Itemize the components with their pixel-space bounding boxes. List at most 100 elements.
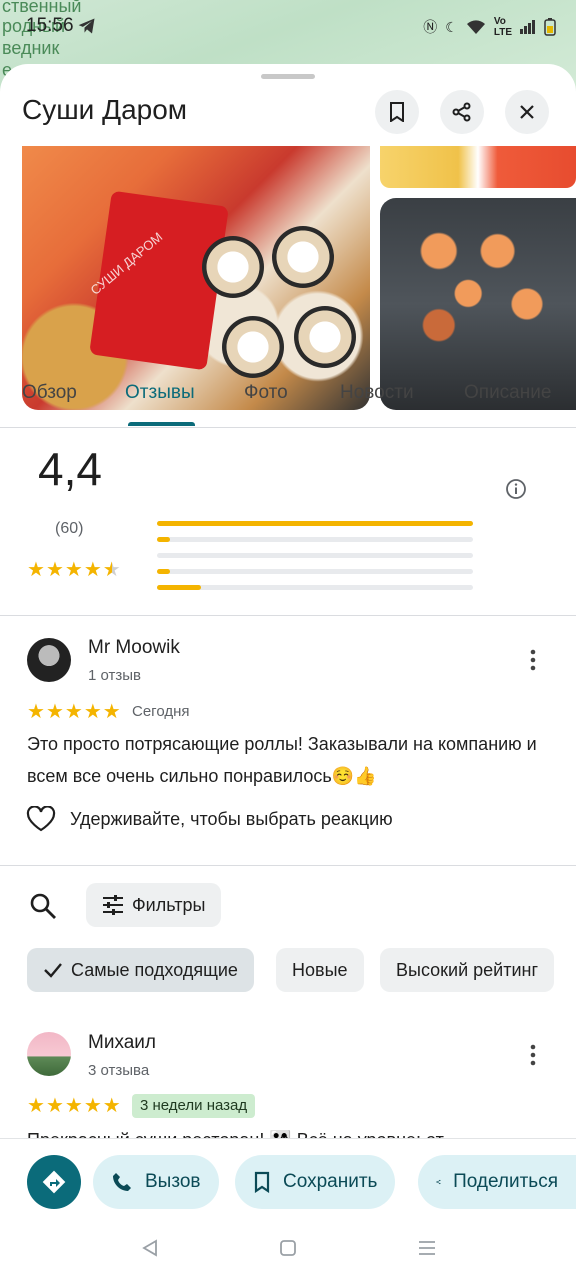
- tab-photos[interactable]: Фото: [244, 382, 288, 404]
- star-icon: ★: [102, 559, 121, 581]
- reaction-label: Удерживайте, чтобы выбрать реакцию: [70, 808, 393, 829]
- chip-label: Самые подходящие: [71, 959, 238, 980]
- call-label: Вызов: [145, 1171, 201, 1192]
- avatar[interactable]: [27, 638, 71, 682]
- tab-description[interactable]: Описание: [464, 382, 551, 404]
- save-label: Сохранить: [283, 1171, 378, 1192]
- bookmark-icon: [254, 1171, 270, 1193]
- directions-icon: [42, 1170, 66, 1194]
- reviewer-review-count: 3 отзыва: [88, 1062, 150, 1079]
- rating-average: 4,4: [38, 443, 102, 495]
- recents-icon[interactable]: [417, 1239, 437, 1257]
- search-icon[interactable]: [28, 891, 58, 921]
- review-date: 3 недели назад: [132, 1094, 256, 1118]
- drag-handle[interactable]: [261, 74, 315, 79]
- reviewer-name[interactable]: Mr Moowik: [88, 637, 180, 659]
- star-icon: ★: [45, 559, 64, 581]
- back-icon[interactable]: [140, 1238, 160, 1258]
- review-text[interactable]: Прекрасный суши ресторан! 👨‍👩‍👧 Всё на у…: [27, 1124, 547, 1138]
- divider: [0, 615, 576, 616]
- review-date: Сегодня: [132, 703, 190, 720]
- rating-bar-2: [157, 569, 473, 574]
- close-button[interactable]: [505, 90, 549, 134]
- review-stars: ★ ★ ★ ★ ★: [27, 1096, 121, 1116]
- share-icon: [452, 102, 471, 122]
- check-icon: [44, 963, 62, 978]
- filters-button[interactable]: Фильтры: [86, 883, 222, 927]
- status-icons: Ⓝ ☾ Vo LTE: [423, 16, 556, 38]
- battery-icon: [544, 18, 556, 36]
- tab-news[interactable]: Новости: [340, 382, 414, 404]
- home-icon[interactable]: [279, 1239, 297, 1257]
- place-photo-side-top[interactable]: [380, 146, 576, 188]
- star-icon: ★: [27, 559, 45, 581]
- wifi-icon: [466, 20, 485, 34]
- telegram-icon: [78, 18, 95, 34]
- rating-bar-3: [157, 553, 473, 558]
- rating-bar-fill: [157, 521, 473, 526]
- status-bar: 15:56 Ⓝ ☾ Vo LTE: [0, 0, 576, 54]
- save-place-button[interactable]: [375, 90, 419, 134]
- tab-bar: Обзор Отзывы Фото Новости Описание: [0, 360, 576, 428]
- chip-most-relevant[interactable]: Самые подходящие: [27, 948, 254, 992]
- rating-stars: ★ ★ ★ ★ ★: [27, 560, 121, 580]
- chip-label: Высокий рейтинг: [396, 959, 539, 980]
- reaction-button[interactable]: Удерживайте, чтобы выбрать реакцию: [26, 806, 393, 832]
- star-icon: ★: [83, 559, 102, 581]
- call-button[interactable]: Вызов: [93, 1155, 219, 1209]
- status-time: 15:56: [26, 15, 74, 36]
- star-icon: ★: [45, 1095, 64, 1117]
- rating-count: (60): [55, 520, 84, 537]
- reviewer-review-count: 1 отзыв: [88, 667, 142, 684]
- bookmark-icon: [390, 102, 404, 122]
- star-icon: ★: [102, 701, 121, 723]
- chip-label: Новые: [292, 959, 348, 980]
- star-icon: ★: [27, 1095, 45, 1117]
- tab-reviews[interactable]: Отзывы: [125, 382, 195, 404]
- share-button[interactable]: Поделиться: [418, 1155, 576, 1209]
- rating-bar-fill: [157, 537, 170, 542]
- signal-icon: [520, 20, 535, 34]
- heart-icon: [26, 806, 56, 832]
- divider: [0, 865, 576, 866]
- chip-newest[interactable]: Новые: [276, 948, 364, 992]
- filters-label: Фильтры: [132, 894, 206, 915]
- avatar[interactable]: [27, 1032, 71, 1076]
- review-text[interactable]: Это просто потрясающие роллы! Заказывали…: [27, 728, 547, 792]
- tab-overview[interactable]: Обзор: [22, 382, 77, 404]
- photo-detail: [294, 306, 356, 368]
- rating-bar-1: [157, 585, 473, 590]
- moon-icon: ☾: [445, 18, 458, 35]
- star-icon: ★: [27, 701, 45, 723]
- directions-button[interactable]: [27, 1155, 81, 1209]
- share-label: Поделиться: [453, 1171, 558, 1192]
- rating-bar-4: [157, 537, 473, 542]
- photo-detail: [272, 226, 334, 288]
- share-icon: [436, 1179, 441, 1185]
- page-title: Суши Даром: [22, 94, 188, 125]
- rating-bar-fill: [157, 569, 170, 574]
- star-icon: ★: [83, 701, 102, 723]
- volte-icon: Vo LTE: [493, 16, 512, 38]
- star-icon: ★: [64, 701, 83, 723]
- star-icon: ★: [102, 1095, 121, 1117]
- star-icon: ★: [83, 1095, 102, 1117]
- photo-detail: [202, 236, 264, 298]
- rating-bar-5: [157, 521, 473, 526]
- star-icon: ★: [64, 1095, 83, 1117]
- tab-active-indicator: [128, 422, 195, 426]
- sliders-icon: [103, 895, 123, 915]
- star-icon: ★: [64, 559, 83, 581]
- phone-icon: [113, 1173, 131, 1191]
- chip-highest-rating[interactable]: Высокий рейтинг: [380, 948, 555, 992]
- save-button[interactable]: Сохранить: [235, 1155, 396, 1209]
- share-place-button[interactable]: [440, 90, 484, 134]
- rating-bar-fill: [157, 585, 202, 590]
- reviewer-name[interactable]: Михаил: [88, 1032, 156, 1054]
- review-stars: ★ ★ ★ ★ ★: [27, 702, 121, 722]
- nfc-icon: Ⓝ: [423, 19, 438, 35]
- more-options-icon[interactable]: [521, 648, 545, 672]
- more-options-icon[interactable]: [521, 1043, 545, 1067]
- star-icon: ★: [45, 701, 64, 723]
- info-icon[interactable]: [505, 478, 527, 500]
